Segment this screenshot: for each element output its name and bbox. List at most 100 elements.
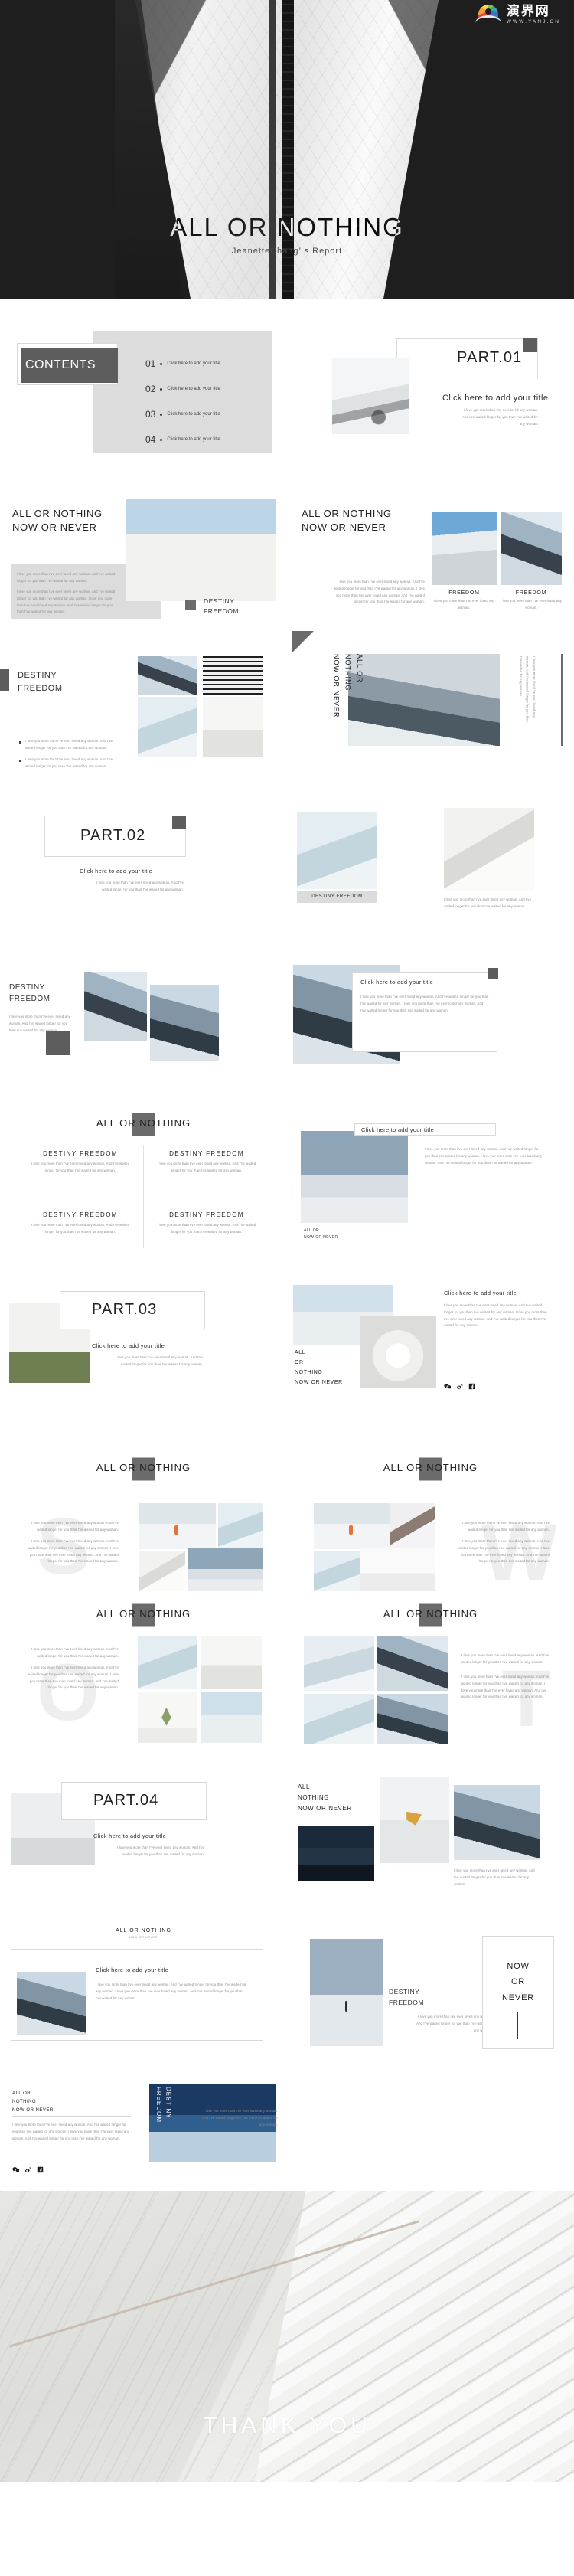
wm-s-body-2: I love you more than I've ever loved any…: [28, 1539, 119, 1564]
bullet-dot-icon: [160, 413, 163, 416]
flower-heading: ALL OR NOTHING NOW OR NEVER: [295, 1348, 343, 1388]
aon3-body: I love you more than I've ever loved any…: [454, 1868, 535, 1886]
final-rule: [12, 2116, 131, 2117]
weibo-icon[interactable]: [456, 1383, 463, 1390]
quad-cell-title: DESTINY FREEDOM: [43, 1150, 118, 1157]
logo-name: 演界网: [506, 4, 550, 18]
slide-heading-line2: NOW OR NEVER: [302, 521, 386, 533]
final-photo-caption-line2: FREEDOM: [155, 2087, 162, 2123]
social-links[interactable]: [444, 1383, 475, 1390]
final-photo-body: I love you more than I've ever loved any…: [202, 2109, 278, 2127]
facebook-icon[interactable]: [468, 1383, 475, 1390]
contents-item-number: 01: [145, 358, 156, 369]
quad-cell-body: I love you more than I've ever loved any…: [157, 1223, 256, 1234]
sky-man-caption-line2: NOW OR NEVER: [304, 1234, 338, 1240]
snow-card-cta[interactable]: Click here to add your title: [360, 979, 433, 986]
slide-part-02: PART.02 Click here to add your title I l…: [0, 783, 287, 945]
final-heading: ALL OR NOTHING NOW OR NEVER: [12, 2090, 54, 2114]
facebook-icon[interactable]: [37, 2166, 44, 2173]
bullet-text: I love you more than I've ever loved any…: [25, 757, 113, 768]
quad-cell-title: DESTINY FREEDOM: [169, 1211, 244, 1218]
contents-item-label: Click here to add your title: [167, 412, 220, 417]
wm-s-photo-2: [218, 1503, 263, 1549]
wechat-icon[interactable]: [444, 1383, 451, 1390]
quad-cell: DESTINY FREEDOM I love you more than I'v…: [157, 1150, 256, 1175]
flower-cta[interactable]: Click here to add your title: [444, 1290, 517, 1296]
contents-item-number: 03: [145, 409, 156, 420]
quad-cell-title: DESTINY FREEDOM: [43, 1211, 118, 1218]
wm-s-heading: ALL OR NOTHING: [96, 1457, 191, 1480]
non-body: I love you more than I've ever loved any…: [416, 2015, 492, 2032]
quad-divider-vertical: [143, 1145, 144, 1248]
slide-vertical-aon: ALL OR NOTHING NOW OR NEVER I love you m…: [287, 622, 574, 783]
contents-item[interactable]: 03 Click here to add your title: [145, 409, 260, 420]
non-caption-line1: DESTINY: [389, 1988, 420, 1996]
part03-body: I love you more than I've ever loved any…: [115, 1355, 203, 1366]
part03-number: PART.03: [92, 1301, 158, 1318]
wm-o-heading: ALL OR NOTHING: [96, 1603, 191, 1626]
cover-slide: 演界网 WWW.YANJ.CN ALL OR NOTHING JeanetteC…: [0, 0, 574, 299]
destiny-bullet-1: I love you more than I've ever loved any…: [19, 738, 119, 752]
snow-card-body: I love you more than I've ever loved any…: [360, 995, 489, 1012]
vertical-heading-line1: ALL OR: [355, 654, 364, 683]
part01-photo: [332, 358, 409, 434]
wm-w-photo-4: [360, 1548, 435, 1591]
slide-quadrants: ALL OR NOTHING DESTINY FREEDOM I love yo…: [0, 1107, 287, 1268]
wechat-icon[interactable]: [12, 2166, 19, 2173]
part02-cta[interactable]: Click here to add your title: [80, 868, 152, 874]
caption-title: FREEDOM: [448, 590, 480, 596]
caption-title: FREEDOM: [515, 590, 547, 596]
contents-item[interactable]: 01 Click here to add your title: [145, 358, 260, 369]
slide-watermark-s: S ALL OR NOTHING I love you more than I'…: [0, 1430, 287, 1591]
part01-cta[interactable]: Click here to add your title: [442, 394, 548, 403]
slide-sky-man: Click here to add your title I love you …: [287, 1107, 574, 1268]
final-body: I love you more than I've ever loved any…: [12, 2123, 130, 2140]
contents-item[interactable]: 02 Click here to add your title: [145, 384, 260, 394]
contents-item[interactable]: 04 Click here to add your title: [145, 434, 260, 445]
part03-cta[interactable]: Click here to add your title: [92, 1342, 165, 1349]
wm-t-photo-2: [377, 1636, 448, 1691]
destiny-line1: DESTINY: [18, 671, 57, 680]
social-links[interactable]: [12, 2166, 44, 2173]
quad-cell: DESTINY FREEDOM I love you more than I'v…: [31, 1150, 130, 1175]
destiny-mount-photo-1: [84, 972, 147, 1041]
part04-number: PART.04: [93, 1792, 159, 1809]
wm-w-photo-1: [314, 1503, 390, 1549]
aon3-heading-line3: NOW OR NEVER: [298, 1805, 352, 1812]
slide-watermark-t: T ALL OR NOTHING I love you more than I'…: [287, 1591, 574, 1753]
wide-card-heading-text: ALL OR NOTHING: [116, 1928, 171, 1934]
destiny-line2: FREEDOM: [18, 683, 63, 693]
wm-w-body-1: I love you more than I've ever loved any…: [461, 1521, 550, 1532]
gallery-photo-2: [203, 656, 263, 695]
destiny-caption-bar: DESTINY FREEDOM: [297, 891, 377, 903]
wm-w-heading: ALL OR NOTHING: [383, 1457, 478, 1480]
sky-man-cta-bar[interactable]: Click here to add your title: [354, 1123, 496, 1136]
aon2-photo-building: [432, 512, 497, 585]
contents-item-label: Click here to add your title: [167, 361, 220, 366]
final-heading-line3: NOW OR NEVER: [12, 2107, 54, 2113]
non-heading: NOW OR NEVER: [482, 1959, 554, 2006]
part02-number: PART.02: [80, 827, 146, 844]
ppt-template-preview: 演界网 WWW.YANJ.CN ALL OR NOTHING JeanetteC…: [0, 0, 574, 2482]
quad-cell: DESTINY FREEDOM I love you more than I'v…: [31, 1211, 130, 1236]
aon3-heading-line1: ALL: [298, 1783, 311, 1790]
part04-cta[interactable]: Click here to add your title: [93, 1832, 166, 1839]
site-logo[interactable]: 演界网 WWW.YANJ.CN: [475, 5, 560, 25]
wm-o-photo-4: [201, 1692, 262, 1743]
slide-part-03: PART.03 Click here to add your title I l…: [0, 1268, 287, 1430]
wm-s-photo-1: [139, 1503, 216, 1549]
part02-corner-square: [172, 816, 186, 829]
sky-man-photo: [301, 1131, 408, 1223]
non-heading-never: NEVER: [502, 1992, 534, 2002]
destiny-mount-square: [46, 1031, 70, 1055]
sky-man-cta: Click here to add your title: [361, 1126, 435, 1133]
aon3-photo-3: [454, 1785, 540, 1860]
aon2-caption-2: FREEDOM I love you more than I've ever l…: [501, 590, 562, 612]
wide-card-cta[interactable]: Click here to add your title: [96, 1966, 168, 1973]
gallery-photo-1: [138, 656, 197, 695]
vertical-heading: ALL OR NOTHING NOW OR NEVER: [330, 654, 365, 718]
aon2-photo-mountain: [501, 512, 562, 585]
aon-caption-destiny: DESTINY: [204, 597, 235, 605]
wm-s-body-1: I love you more than I've ever loved any…: [31, 1521, 119, 1532]
weibo-icon[interactable]: [24, 2166, 31, 2173]
